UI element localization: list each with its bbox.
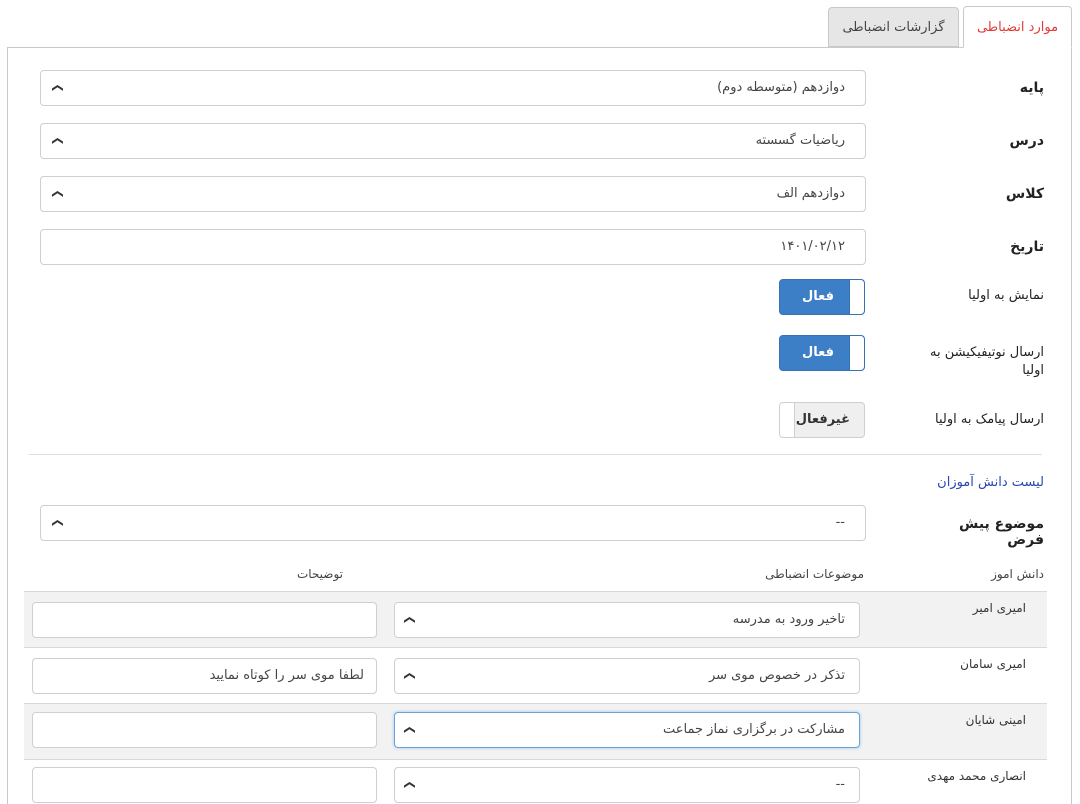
table-row: امیری امیر تاخیر ورود به مدرسه ❯ (24, 591, 1047, 647)
column-header-notes: توضیحات (296, 567, 343, 581)
notify-parents-label: ارسال نوتیفیکیشن به اولیا (929, 345, 1044, 378)
default-topic-select[interactable]: -- ❯ (40, 505, 866, 541)
table-row: امیری سامان تذکر در خصوص موی سر ❯ لطفا م… (24, 647, 1047, 703)
topic-select[interactable]: تاخیر ورود به مدرسه ❯ (394, 602, 860, 638)
course-select[interactable]: ریاضیات گسسته ❯ (40, 123, 866, 159)
default-topic-label: موضوع پیش فرض (959, 516, 1044, 548)
table-row: امینی شایان مشارکت در برگزاری نماز جماعت… (24, 703, 1047, 759)
topic-select[interactable]: -- ❯ (394, 767, 860, 803)
student-name: امیری سامان (960, 657, 1026, 671)
chevron-down-icon: ❯ (403, 780, 417, 790)
chevron-down-icon: ❯ (51, 83, 65, 93)
topic-select[interactable]: مشارکت در برگزاری نماز جماعت ❯ (394, 712, 860, 748)
tab-disciplinary-reports[interactable]: گزارشات انضباطی (828, 7, 959, 47)
date-input[interactable]: ۱۴۰۱/۰۲/۱۲ (40, 229, 866, 265)
course-label: درس (1009, 133, 1044, 149)
date-label: تاریخ (1010, 239, 1044, 255)
toggle-state: فعال (801, 345, 834, 360)
student-name: امینی شایان (965, 713, 1026, 727)
note-input[interactable] (32, 602, 377, 638)
table-row: انصاری محمد مهدی -- ❯ (24, 759, 1047, 803)
toggle-state: فعال (801, 289, 834, 304)
default-topic-value: -- (835, 515, 845, 530)
toggle-knob (780, 403, 795, 437)
topic-value: مشارکت در برگزاری نماز جماعت (663, 722, 845, 737)
sms-parents-toggle[interactable]: غیرفعال (779, 402, 865, 438)
topic-value: -- (835, 777, 845, 792)
student-name: امیری امیر (972, 601, 1026, 615)
chevron-down-icon: ❯ (51, 136, 65, 146)
chevron-down-icon: ❯ (51, 518, 65, 528)
date-value: ۱۴۰۱/۰۲/۱۲ (780, 239, 845, 254)
toggle-state: غیرفعال (795, 412, 850, 427)
tab-bar: موارد انضباطی گزارشات انضباطی (780, 6, 1080, 48)
class-label: کلاس (1005, 186, 1044, 202)
note-input[interactable] (32, 712, 377, 748)
students-list-title: لیست دانش آموزان (937, 475, 1044, 490)
show-to-parents-toggle[interactable]: فعال (779, 279, 865, 315)
topic-select[interactable]: تذکر در خصوص موی سر ❯ (394, 658, 860, 694)
chevron-down-icon: ❯ (403, 615, 417, 625)
course-value: ریاضیات گسسته (755, 133, 845, 148)
column-header-topics: موضوعات انضباطی (765, 567, 864, 581)
note-input[interactable]: لطفا موی سر را کوتاه نمایید (32, 658, 377, 694)
chevron-down-icon: ❯ (403, 671, 417, 681)
column-header-student: دانش اموز (991, 567, 1044, 581)
grade-value: دوازدهم (متوسطه دوم) (717, 80, 845, 95)
toggle-knob (849, 336, 864, 370)
section-divider (29, 454, 1042, 455)
grade-label: پایه (1019, 80, 1044, 96)
tab-disciplinary-cases[interactable]: موارد انضباطی (963, 6, 1072, 48)
chevron-down-icon: ❯ (403, 725, 417, 735)
topic-value: تاخیر ورود به مدرسه (732, 612, 845, 627)
show-to-parents-label: نمایش به اولیا (968, 288, 1044, 303)
grade-select[interactable]: دوازدهم (متوسطه دوم) ❯ (40, 70, 866, 106)
toggle-knob (849, 280, 864, 314)
class-value: دوازدهم الف (776, 186, 845, 201)
note-value: لطفا موی سر را کوتاه نمایید (209, 668, 364, 683)
note-input[interactable] (32, 767, 377, 803)
sms-parents-label: ارسال پیامک به اولیا (934, 412, 1044, 427)
student-name: انصاری محمد مهدی (927, 769, 1026, 783)
class-select[interactable]: دوازدهم الف ❯ (40, 176, 866, 212)
chevron-down-icon: ❯ (51, 189, 65, 199)
topic-value: تذکر در خصوص موی سر (708, 668, 845, 683)
notify-parents-toggle[interactable]: فعال (779, 335, 865, 371)
